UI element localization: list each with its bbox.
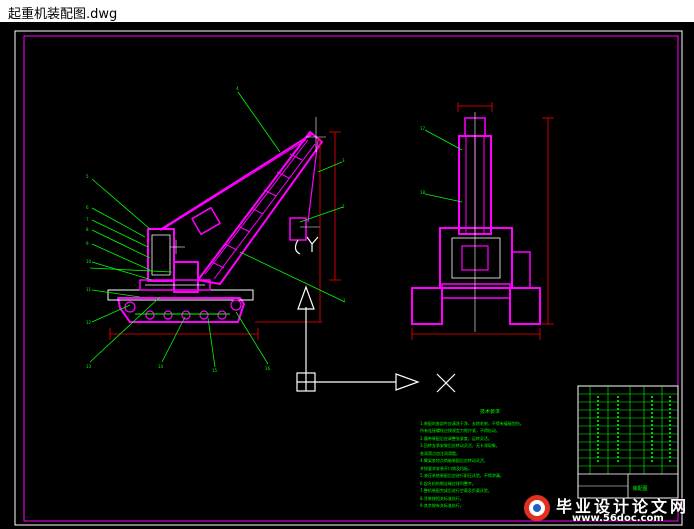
right-track-front	[509, 287, 541, 325]
window-titlebar: 起重机装配图.dwg	[0, 0, 694, 22]
window-title: 起重机装配图.dwg	[8, 7, 118, 22]
front-leaders	[424, 129, 463, 203]
drawing-canvas[interactable]: 4 5 6 7 8 9 10 11 12 13 14 15 16 1 3 2 1…	[0, 22, 694, 529]
left-track-front	[411, 287, 443, 325]
svg-text:14: 14	[158, 364, 164, 369]
svg-text:12: 12	[86, 320, 92, 325]
road-wheels	[124, 299, 242, 320]
svg-text:10: 10	[86, 259, 92, 264]
svg-text:5: 5	[86, 174, 89, 179]
front-view: 17 18	[411, 102, 554, 340]
notes-title: 技术要求	[479, 409, 500, 415]
svg-text:13: 13	[86, 364, 92, 369]
hook	[294, 239, 301, 255]
note-line: 1.装配时各部件应清洗干净，去除毛刺，不得有磕碰划伤。	[420, 420, 524, 426]
svg-text:6: 6	[86, 205, 89, 210]
note-line: 并按要求安装开口销及挡板。	[420, 465, 472, 471]
boom-hoist-drum	[191, 206, 221, 236]
note-line: 4.臂架各铰点销轴装配后应转动灵活，	[420, 458, 488, 463]
svg-text:8: 8	[86, 227, 89, 232]
note-line: 各润滑点加注润滑脂。	[420, 450, 460, 456]
svg-text:3: 3	[342, 158, 345, 163]
machinery-house	[173, 261, 199, 293]
svg-text:17: 17	[420, 126, 426, 131]
carbody	[441, 283, 511, 299]
inner-border	[23, 35, 679, 522]
svg-text:16: 16	[265, 366, 271, 371]
front-view-dimensions	[411, 102, 554, 340]
note-line: 6.起升机构钢丝绳应排列整齐。	[420, 480, 476, 486]
hoist-cable	[307, 139, 319, 223]
watermark-url: www.56doc.com	[572, 513, 664, 524]
note-line: 5.液压系统装配后应进行耐压试验，不得渗漏。	[420, 473, 504, 478]
note-line: 2.履带装配后应调整张紧度，运转灵活。	[420, 435, 492, 441]
svg-text:2: 2	[342, 204, 345, 209]
outer-border	[14, 30, 683, 526]
svg-text:11: 11	[86, 287, 92, 292]
pendant-line	[159, 133, 313, 231]
svg-text:18: 18	[420, 190, 426, 195]
svg-text:7: 7	[86, 217, 89, 222]
svg-text:1: 1	[343, 298, 346, 303]
svg-text:4: 4	[236, 86, 239, 91]
counterweight	[511, 251, 531, 289]
hook-block	[289, 217, 307, 241]
svg-text:9: 9	[86, 241, 89, 246]
watermark: 毕业设计论文网 www.56doc.com	[522, 493, 692, 527]
turntable-front	[439, 227, 513, 289]
side-view: 4 5 6 7 8 9 10 11 12 13 14 15 16 1 3 2	[86, 86, 346, 373]
note-line: 3.回转支承安装后应转动灵活，无卡滞现象。	[420, 443, 500, 448]
cad-viewport[interactable]: 4 5 6 7 8 9 10 11 12 13 14 15 16 1 3 2 1…	[0, 22, 694, 529]
title-block-name: 装配图	[632, 485, 647, 492]
watermark-logo-icon	[524, 495, 550, 521]
title-block: 装配图	[577, 385, 679, 499]
note-line: 所有连接螺栓应按规定力矩拧紧，不得松动。	[420, 428, 500, 433]
ucs-icon	[296, 236, 456, 393]
svg-text:15: 15	[212, 368, 218, 373]
